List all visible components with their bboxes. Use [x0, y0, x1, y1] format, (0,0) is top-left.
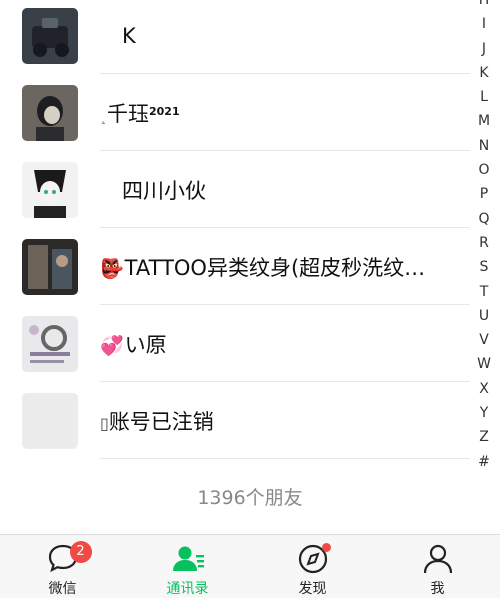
avatar — [22, 315, 78, 372]
contact-name: 💞い原 — [100, 332, 167, 357]
index-letter[interactable]: M — [478, 109, 490, 133]
contact-row-yuan[interactable]: 💞い原 — [0, 305, 470, 382]
index-letter[interactable]: # — [478, 450, 490, 474]
contact-row-tattoo[interactable]: 👺TATTOO异类纹身(超皮秒洗纹… — [0, 228, 470, 305]
index-letter[interactable]: T — [480, 280, 489, 304]
person-icon — [423, 544, 452, 574]
tab-label: 通讯录 — [166, 581, 209, 597]
index-letter[interactable]: J — [482, 37, 486, 61]
tab-label: 发现 — [298, 581, 327, 597]
index-letter[interactable]: R — [479, 231, 489, 255]
index-letter[interactable]: Q — [478, 207, 489, 231]
contact-row-k[interactable]: K — [0, 0, 470, 74]
avatar — [22, 238, 78, 295]
index-letter[interactable]: S — [480, 255, 489, 279]
index-letter[interactable]: U — [479, 304, 489, 328]
tab-label: 我 — [430, 581, 445, 597]
index-letter[interactable]: I — [482, 12, 486, 36]
index-letter[interactable]: H — [479, 0, 490, 12]
friend-count: 1396个朋友 — [197, 487, 303, 509]
contact-name: 👺TATTOO异类纹身(超皮秒洗纹… — [100, 255, 426, 280]
tab-label: 微信 — [48, 581, 77, 597]
goblin-emoji-icon: 👺 — [100, 257, 124, 280]
alphabet-index[interactable]: H I J K L M N O P Q R S T U V W X Y Z # — [474, 0, 494, 474]
index-letter[interactable]: V — [479, 328, 489, 352]
index-letter[interactable]: N — [479, 134, 489, 158]
tab-me[interactable]: 我 — [375, 535, 500, 598]
avatar-placeholder — [22, 392, 78, 449]
contact-name: ˛千珏2021 — [100, 101, 180, 126]
contact-name: K — [122, 23, 136, 48]
notification-dot — [321, 543, 331, 552]
contact-row-qianjue[interactable]: ˛千珏2021 — [0, 74, 470, 151]
index-letter[interactable]: O — [478, 158, 489, 182]
unread-badge: 2 — [69, 541, 92, 563]
row-divider — [100, 458, 470, 459]
contact-name: ▯账号已注销 — [100, 409, 214, 434]
hearts-emoji-icon: 💞 — [100, 334, 124, 357]
tab-discover[interactable]: 发现 — [250, 535, 375, 598]
avatar — [22, 161, 78, 218]
bottom-tab-bar: 2 微信 通讯录 发现 我 — [0, 534, 500, 598]
index-letter[interactable]: L — [480, 85, 488, 109]
index-letter[interactable]: Z — [479, 425, 489, 449]
index-letter[interactable]: P — [480, 182, 488, 206]
contacts-icon — [172, 546, 204, 571]
tab-contacts[interactable]: 通讯录 — [125, 535, 250, 598]
tab-chats[interactable]: 2 微信 — [0, 535, 125, 598]
avatar — [22, 84, 78, 141]
index-letter[interactable]: Y — [480, 401, 489, 425]
index-letter[interactable]: K — [479, 61, 488, 85]
contact-name: 四川小伙 — [122, 178, 206, 203]
index-letter[interactable]: X — [479, 377, 489, 401]
index-letter[interactable]: W — [477, 352, 491, 376]
contact-row-deactivated[interactable]: ▯账号已注销 — [0, 382, 470, 459]
avatar — [22, 7, 78, 64]
contact-row-sichuan[interactable]: 四川小伙 — [0, 151, 470, 228]
